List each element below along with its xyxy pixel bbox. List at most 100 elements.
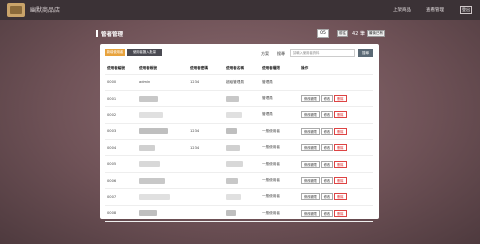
cell-actions: 修改權限 修改 刪除 bbox=[299, 172, 373, 190]
section-marker bbox=[96, 30, 98, 37]
redacted-value bbox=[139, 111, 163, 118]
last-page-button[interactable]: 最後已有 bbox=[367, 30, 385, 37]
prev-page-button[interactable]: 前往 bbox=[337, 30, 348, 37]
cell-actions bbox=[299, 74, 373, 91]
cell-name bbox=[224, 188, 260, 206]
cell-id-text: 0002 bbox=[107, 112, 117, 117]
delete-button[interactable]: 刪除 bbox=[334, 95, 347, 103]
table-row: 0003 1234 一般使用者 修改權限 修改 刪除 bbox=[105, 123, 373, 141]
cell-password bbox=[188, 155, 224, 173]
redacted-value bbox=[226, 161, 243, 168]
cell-id: 0000 bbox=[105, 74, 137, 91]
cell-name bbox=[224, 106, 260, 124]
edit-button[interactable]: 修改 bbox=[320, 95, 334, 103]
cell-account bbox=[137, 90, 188, 108]
cell-actions: 修改權限 修改 刪除 bbox=[299, 155, 373, 173]
edit-button[interactable]: 修改 bbox=[320, 144, 334, 152]
cell-id-text: 0006 bbox=[107, 178, 117, 183]
table-row: 0006 一般使用者 修改權限 修改 刪除 bbox=[105, 172, 373, 190]
edit-button[interactable]: 修改 bbox=[320, 193, 334, 201]
table-row: 0007 一般使用者 修改權限 修改 刪除 bbox=[105, 188, 373, 206]
redacted-value bbox=[139, 210, 157, 217]
cell-account bbox=[137, 205, 188, 223]
cell-role: 管理員 bbox=[260, 90, 299, 108]
delete-button[interactable]: 刪除 bbox=[334, 193, 347, 201]
cell-account bbox=[137, 139, 188, 157]
delete-button[interactable]: 刪除 bbox=[334, 209, 347, 217]
cell-id-text: 0000 bbox=[107, 80, 117, 85]
cell-role: 管理員 bbox=[260, 106, 299, 124]
delete-button[interactable]: 刪除 bbox=[334, 111, 347, 119]
edit-permission-button[interactable]: 修改權限 bbox=[301, 160, 320, 168]
cell-id: 0002 bbox=[105, 106, 137, 124]
edit-button[interactable]: 修改 bbox=[320, 111, 334, 119]
search-scope-label: 方案 bbox=[261, 51, 269, 56]
nav-link-view-manage[interactable]: 查看管理 bbox=[426, 7, 444, 13]
redacted-value bbox=[226, 210, 236, 217]
edit-permission-button[interactable]: 修改權限 bbox=[301, 95, 320, 103]
cell-actions: 修改權限 修改 刪除 bbox=[299, 188, 373, 206]
cell-account-text: admin bbox=[139, 80, 151, 85]
edit-permission-button[interactable]: 修改權限 bbox=[301, 127, 320, 135]
cell-role-text: 管理員 bbox=[262, 96, 273, 101]
cell-password bbox=[188, 188, 224, 206]
cell-account: admin bbox=[137, 74, 188, 91]
batch-import-button[interactable]: 使用者匯入批量 bbox=[127, 49, 162, 56]
cell-password: 1234 bbox=[188, 139, 224, 157]
edit-permission-button[interactable]: 修改權限 bbox=[301, 177, 320, 185]
shop-logo-icon[interactable] bbox=[6, 1, 26, 19]
cell-role-text: 管理員 bbox=[262, 112, 273, 117]
cell-account bbox=[137, 188, 188, 206]
delete-button[interactable]: 刪除 bbox=[334, 177, 347, 185]
col-header-actions: 操作 bbox=[299, 64, 373, 75]
cell-name bbox=[224, 172, 260, 190]
cell-id: 0004 bbox=[105, 139, 137, 157]
edit-permission-button[interactable]: 修改權限 bbox=[301, 144, 320, 152]
cell-id-text: 0003 bbox=[107, 129, 117, 134]
nav-link-list-product[interactable]: 上架商品 bbox=[393, 7, 411, 13]
brand-name[interactable]: 幽默商品店 bbox=[30, 5, 60, 14]
delete-button[interactable]: 刪除 bbox=[334, 144, 347, 152]
cell-actions: 修改權限 修改 刪除 bbox=[299, 106, 373, 124]
cell-account bbox=[137, 106, 188, 124]
cell-role-text: 一般使用者 bbox=[262, 178, 280, 183]
cell-role-text: 一般使用者 bbox=[262, 128, 280, 133]
delete-button[interactable]: 刪除 bbox=[334, 127, 347, 135]
user-management-panel: 新增使用者 使用者匯入批量 方案 搜尋 請輸入使用者資料 搜尋 使用者編號 使用… bbox=[100, 44, 379, 223]
cell-role-text: 一般使用者 bbox=[262, 194, 280, 199]
cell-password: 1234 bbox=[188, 74, 224, 91]
cell-id: 0005 bbox=[105, 155, 137, 173]
page-number-input[interactable]: 05 bbox=[317, 29, 329, 38]
cell-id: 0008 bbox=[105, 205, 137, 223]
cell-actions: 修改權限 修改 刪除 bbox=[299, 123, 373, 141]
add-user-button[interactable]: 新增使用者 bbox=[105, 49, 125, 56]
cell-role: 管理員 bbox=[260, 74, 299, 91]
edit-permission-button[interactable]: 修改權限 bbox=[301, 111, 320, 119]
col-header-password: 使用者密碼 bbox=[188, 64, 224, 75]
cell-id-text: 0008 bbox=[107, 211, 117, 216]
cell-role-text: 一般使用者 bbox=[262, 145, 280, 150]
edit-button[interactable]: 修改 bbox=[320, 209, 334, 217]
redacted-value bbox=[139, 144, 155, 151]
edit-button[interactable]: 修改 bbox=[320, 160, 334, 168]
table-row: 0008 一般使用者 修改權限 修改 刪除 bbox=[105, 205, 373, 223]
cell-id-text: 0004 bbox=[107, 145, 117, 150]
edit-permission-button[interactable]: 修改權限 bbox=[301, 209, 320, 217]
logout-button[interactable]: 登出 bbox=[460, 6, 472, 14]
redacted-value bbox=[139, 128, 168, 135]
cell-id-text: 0007 bbox=[107, 194, 117, 199]
edit-permission-button[interactable]: 修改權限 bbox=[301, 193, 320, 201]
cell-name-text: 超級管理員 bbox=[226, 79, 244, 84]
redacted-value bbox=[226, 193, 241, 200]
delete-button[interactable]: 刪除 bbox=[334, 160, 347, 168]
edit-button[interactable]: 修改 bbox=[320, 177, 334, 185]
search-field-select[interactable]: 搜尋 bbox=[277, 51, 285, 57]
search-button[interactable]: 搜尋 bbox=[358, 49, 373, 57]
cell-role: 一般使用者 bbox=[260, 123, 299, 141]
cell-password bbox=[188, 172, 224, 190]
search-input[interactable]: 請輸入使用者資料 bbox=[290, 49, 355, 57]
cell-name bbox=[224, 139, 260, 157]
cell-account bbox=[137, 123, 188, 141]
edit-button[interactable]: 修改 bbox=[320, 127, 334, 135]
cell-password bbox=[188, 205, 224, 223]
